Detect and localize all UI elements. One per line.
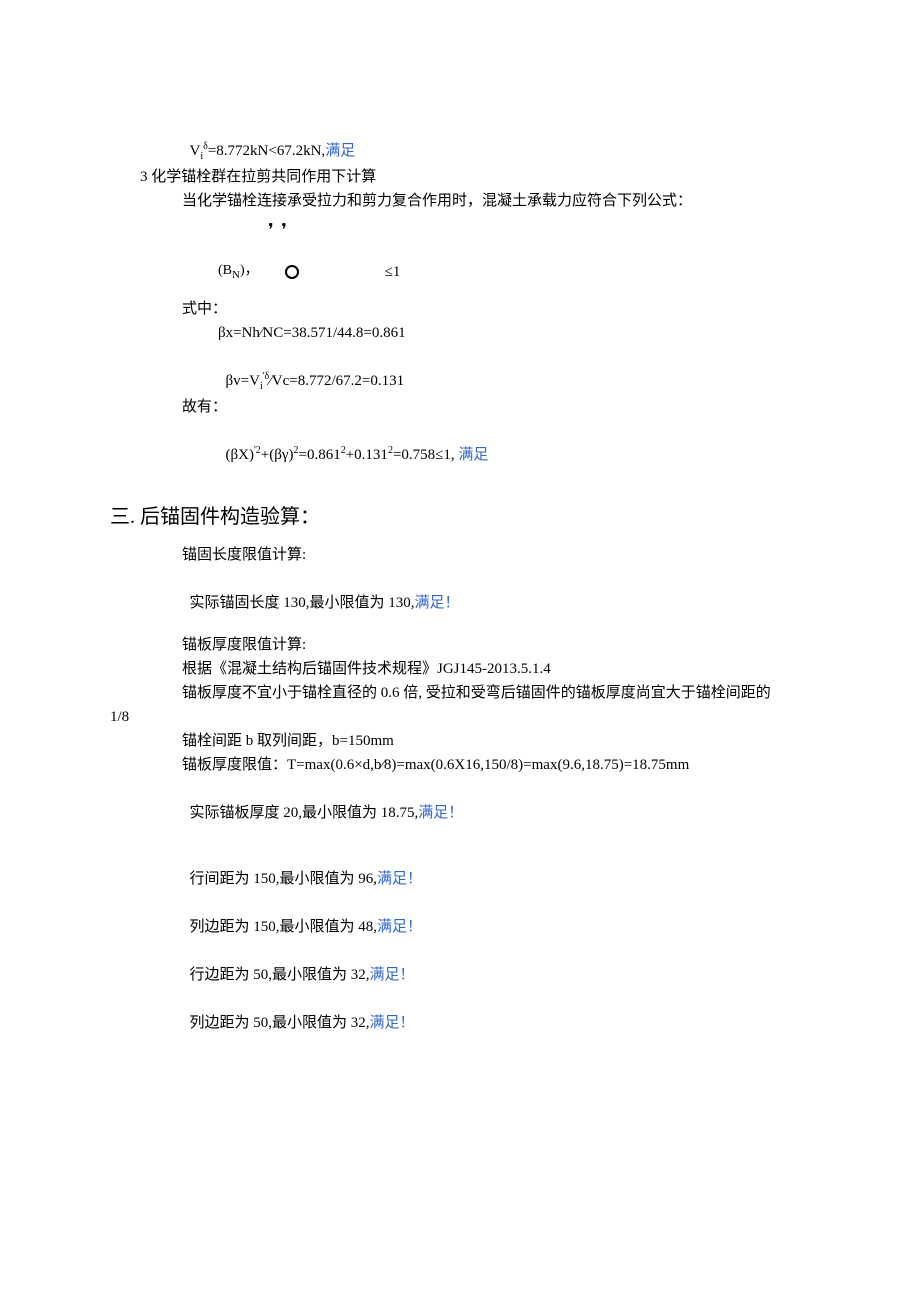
paragraph: 锚板厚度不宜小于锚栓直径的 0.6 倍, 受拉和受弯后锚固件的锚板厚度尚宜大于锚…: [110, 681, 810, 705]
section-title-3: 三. 后锚固件构造验算：: [110, 501, 810, 533]
t: 实际锚板厚度 20,最小限值为 18.75,: [190, 805, 419, 821]
formula-bv: βv=Vi'δ∕Vc=8.772/67.2=0.131: [110, 345, 810, 395]
status-ok: 满足！: [377, 871, 422, 887]
check-line: 列边距为 150,最小限值为 48,满足！: [110, 891, 810, 939]
t: =0.861: [299, 447, 341, 463]
check-line: 实际锚板厚度 20,最小限值为 18.75,满足！: [110, 777, 810, 825]
t: =0.758≤1,: [393, 447, 458, 463]
formula-result: (βX)'2+(βγ)2=0.8612+0.1312=0.758≤1, 满足: [110, 419, 810, 467]
t: +(βγ): [261, 447, 294, 463]
status-ok: 满足！: [418, 805, 463, 821]
t: V: [190, 143, 201, 159]
t: +0.131: [346, 447, 388, 463]
check-line: 列边距为 50,最小限值为 32,满足！: [110, 987, 810, 1035]
paragraph-cont: 1/8: [110, 705, 810, 729]
label-where: 式中：: [110, 297, 810, 321]
check-line: 实际锚固长度 130,最小限值为 130,满足！: [110, 567, 810, 615]
t: 列边距为 150,最小限值为 48,: [190, 919, 378, 935]
sub: i: [200, 151, 203, 162]
t: =8.772kN<67.2kN,: [208, 143, 325, 159]
check-line: 行间距为 150,最小限值为 96,满足！: [110, 843, 810, 891]
paragraph: 根据《混凝土结构后锚固件技术规程》JGJ145-2013.5.1.4: [110, 657, 810, 681]
heading-3: 3 化学锚栓群在拉剪共同作用下计算: [110, 165, 810, 189]
t: 实际锚固长度 130,最小限值为 130,: [190, 595, 415, 611]
t: ∕Vc=8.772/67.2=0.131: [269, 373, 404, 389]
sup: '2: [254, 445, 261, 456]
symbol-quotes: ❜❜: [110, 223, 810, 245]
status-ok: 满足！: [370, 1015, 415, 1031]
formula-bx: βx=Nh∕NC=38.571/44.8=0.861: [110, 321, 810, 345]
sub: N: [232, 269, 240, 281]
formula-t: 锚板厚度限值：T=max(0.6×d,b∕8)=max(0.6X16,150/8…: [110, 753, 810, 777]
bn-group: (BN)，: [218, 260, 259, 284]
status-ok: 满足！: [415, 595, 460, 611]
t: )，: [240, 263, 259, 278]
t: (βX): [226, 447, 254, 463]
spacer: [110, 825, 810, 843]
label: 锚板厚度限值计算:: [110, 633, 810, 657]
spacer: [110, 615, 810, 633]
sub: i: [260, 381, 263, 392]
status-ok: 满足！: [370, 967, 415, 983]
label: 锚固长度限值计算:: [110, 543, 810, 567]
status-ok: 满足！: [377, 919, 422, 935]
t: (B: [218, 263, 232, 278]
paragraph: 锚栓间距 b 取列间距，b=150mm: [110, 729, 810, 753]
label-therefore: 故有：: [110, 395, 810, 419]
t: 行间距为 150,最小限值为 96,: [190, 871, 378, 887]
t: 行边距为 50,最小限值为 32,: [190, 967, 370, 983]
formula-v-line: Viδ=8.772kN<67.2kN,满足: [110, 115, 810, 165]
status-ok: 满足: [458, 447, 488, 463]
inequality: ≤1: [385, 260, 401, 284]
status-ok: 满足: [325, 143, 355, 159]
check-line: 行边距为 50,最小限值为 32,满足！: [110, 939, 810, 987]
t: βv=V: [226, 373, 260, 389]
t: 列边距为 50,最小限值为 32,: [190, 1015, 370, 1031]
circle-icon: [285, 265, 299, 279]
formula-symbol-row: (BN)， ≤1: [110, 257, 810, 287]
paragraph: 当化学锚栓连接承受拉力和剪力复合作用时，混凝土承载力应符合下列公式：: [110, 189, 810, 213]
